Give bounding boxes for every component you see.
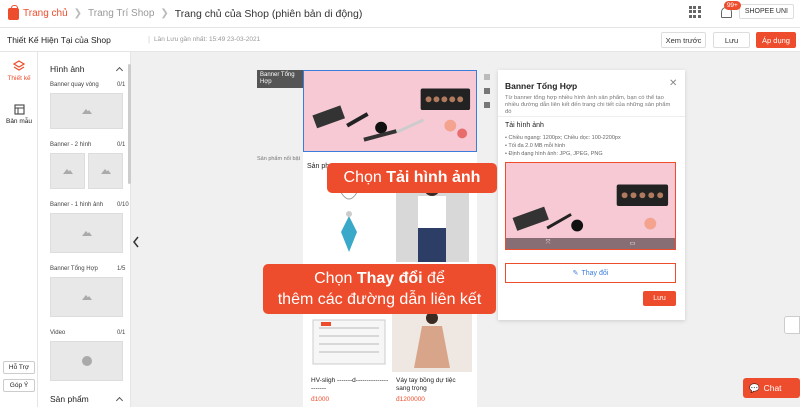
component-label: Banner quay vòng bbox=[50, 82, 99, 88]
drawer-description: Từ banner tổng hợp nhiều hình ảnh sản ph… bbox=[505, 95, 671, 116]
makeup-banner-image bbox=[304, 71, 476, 151]
component-tag-banner: Banner Tổng Hợp bbox=[257, 70, 303, 88]
image-placeholder-icon bbox=[62, 168, 73, 174]
image-placeholder-icon bbox=[100, 168, 111, 174]
shopee-logo[interactable]: Trang chủ bbox=[8, 4, 68, 20]
spec-item: • Chiều ngang: 1200px; Chiều dọc: 100-22… bbox=[505, 135, 621, 141]
product-price: đ1000 bbox=[311, 396, 330, 403]
change-button[interactable]: ✎ Thay đổi bbox=[505, 263, 676, 283]
spec-item: • Định dạng hình ảnh: JPG, JPEG, PNG bbox=[505, 151, 603, 157]
editor-bar: Thiết Kế Hiện Tại của Shop | Lần Lưu gần… bbox=[0, 28, 800, 52]
image-actions-bar: ⤧ ▭ bbox=[506, 238, 675, 249]
logo-text: Trang chủ bbox=[23, 8, 68, 19]
component-thumb-video[interactable] bbox=[50, 341, 123, 381]
component-thumb-2img[interactable] bbox=[88, 153, 123, 189]
products-section-label: Sản ph bbox=[307, 163, 330, 170]
image-placeholder-icon bbox=[81, 108, 92, 114]
change-label: Thay đổi bbox=[581, 269, 609, 277]
component-count: 0/1 bbox=[117, 82, 126, 88]
makeup-banner-image bbox=[506, 163, 675, 249]
section-products-title: Sản phẩm bbox=[50, 394, 89, 404]
feedback-button[interactable]: Góp Ý bbox=[3, 379, 35, 392]
image-placeholder-icon bbox=[81, 294, 92, 300]
delete-icon[interactable] bbox=[484, 102, 490, 108]
save-button[interactable]: Lưu bbox=[713, 32, 750, 48]
layers-icon bbox=[12, 60, 26, 71]
close-icon[interactable]: ✕ bbox=[669, 78, 677, 89]
component-count: 0/1 bbox=[117, 330, 126, 336]
component-label: Banner Tổng Hợp bbox=[50, 266, 98, 272]
top-nav: Trang chủ ❯ Trang Trí Shop ❯ Trang chủ c… bbox=[0, 0, 800, 28]
apps-grid-icon[interactable] bbox=[688, 5, 701, 18]
component-label: Banner - 1 hình ảnh bbox=[50, 202, 104, 208]
bell-icon[interactable]: 99+ bbox=[719, 0, 741, 19]
component-label: Video bbox=[50, 330, 66, 336]
component-count: 0/10 bbox=[117, 202, 129, 208]
banner-image-selected[interactable] bbox=[303, 70, 477, 152]
upload-image-title: Tải hình ảnh bbox=[505, 122, 544, 129]
shopee-bag-icon bbox=[8, 4, 19, 20]
component-thumb-2img[interactable] bbox=[50, 153, 85, 189]
chevron-left-icon[interactable] bbox=[131, 235, 141, 249]
chat-label: Chat bbox=[763, 383, 782, 393]
banner-settings-drawer: Banner Tổng Hợp ✕ Từ banner tổng hợp nhi… bbox=[498, 70, 685, 320]
woman-dress-image bbox=[414, 312, 450, 368]
shop-account-button[interactable]: SHOPEE UNI bbox=[738, 4, 794, 19]
image-placeholder-icon bbox=[81, 230, 92, 236]
apply-button[interactable]: Áp dụng bbox=[756, 32, 796, 48]
component-count: 0/1 bbox=[117, 142, 126, 148]
crop-icon[interactable]: ⤧ bbox=[546, 240, 551, 247]
support-widget-icon[interactable] bbox=[784, 316, 800, 334]
editor-title: Thiết Kế Hiện Tại của Shop bbox=[7, 35, 111, 45]
desktop-icon[interactable]: ▭ bbox=[630, 240, 636, 247]
breadcrumb-item[interactable]: Trang Trí Shop bbox=[88, 8, 154, 19]
breadcrumb-chevron-icon: ❯ bbox=[73, 8, 83, 19]
breadcrumb-chevron-icon: ❯ bbox=[160, 8, 169, 19]
product-name: Váy tay bồng dự tiệc sang trọng bbox=[396, 377, 456, 392]
pencil-icon: ✎ bbox=[572, 270, 579, 277]
component-thumb-carousel[interactable] bbox=[50, 93, 123, 129]
move-down-icon[interactable] bbox=[484, 88, 490, 94]
notification-badge: 99+ bbox=[723, 0, 741, 10]
play-icon bbox=[81, 356, 92, 366]
rail-templates-label: Bản mẫu bbox=[5, 118, 33, 125]
product-price: đ1200000 bbox=[396, 396, 425, 403]
drawer-save-button[interactable]: Lưu bbox=[643, 291, 676, 306]
component-label: Banner - 2 hình bbox=[50, 142, 92, 148]
rail-design-label: Thiết kế bbox=[7, 75, 31, 82]
move-up-icon[interactable] bbox=[484, 74, 490, 80]
rail-design[interactable]: Thiết kế bbox=[0, 60, 38, 82]
product-name: HV-sligh -------d---------------------- bbox=[311, 377, 389, 392]
product-image[interactable] bbox=[309, 314, 389, 370]
component-thumb-1img[interactable] bbox=[50, 213, 123, 253]
help-button[interactable]: Hỗ Trợ bbox=[3, 361, 35, 374]
uploaded-image[interactable]: ⤧ ▭ bbox=[505, 162, 676, 250]
drawer-title: Banner Tổng Hợp bbox=[505, 81, 578, 91]
breadcrumb-current: Trang chủ của Shop (phiên bản di động) bbox=[174, 7, 363, 20]
left-rail: Thiết kế Bản mẫu Hỗ Trợ Góp Ý bbox=[0, 52, 38, 407]
callout-upload: Chọn Tải hình ảnh bbox=[327, 163, 497, 193]
chat-button[interactable]: 💬 Chat bbox=[743, 378, 800, 398]
last-saved: Lần Lưu gần nhất: 15:49 23-03-2021 bbox=[154, 36, 261, 43]
template-icon bbox=[13, 104, 25, 115]
document-image bbox=[312, 319, 386, 365]
product-image[interactable] bbox=[392, 308, 472, 372]
chat-bubble-icon: 💬 bbox=[749, 382, 760, 393]
preview-button[interactable]: Xem trước bbox=[661, 32, 706, 48]
section-images-title: Hình ảnh bbox=[50, 64, 85, 74]
component-tag-products: Sản phẩm nổi bật bbox=[257, 156, 301, 162]
component-count: 1/5 bbox=[117, 266, 126, 272]
callout-change: Chọn Thay đổi để thêm các đường dẫn liên… bbox=[263, 264, 496, 314]
component-thumb-combo[interactable] bbox=[50, 277, 123, 317]
rail-templates[interactable]: Bản mẫu bbox=[0, 104, 38, 125]
spec-item: • Tối đa 2.0 MB mỗi hình bbox=[505, 143, 566, 149]
